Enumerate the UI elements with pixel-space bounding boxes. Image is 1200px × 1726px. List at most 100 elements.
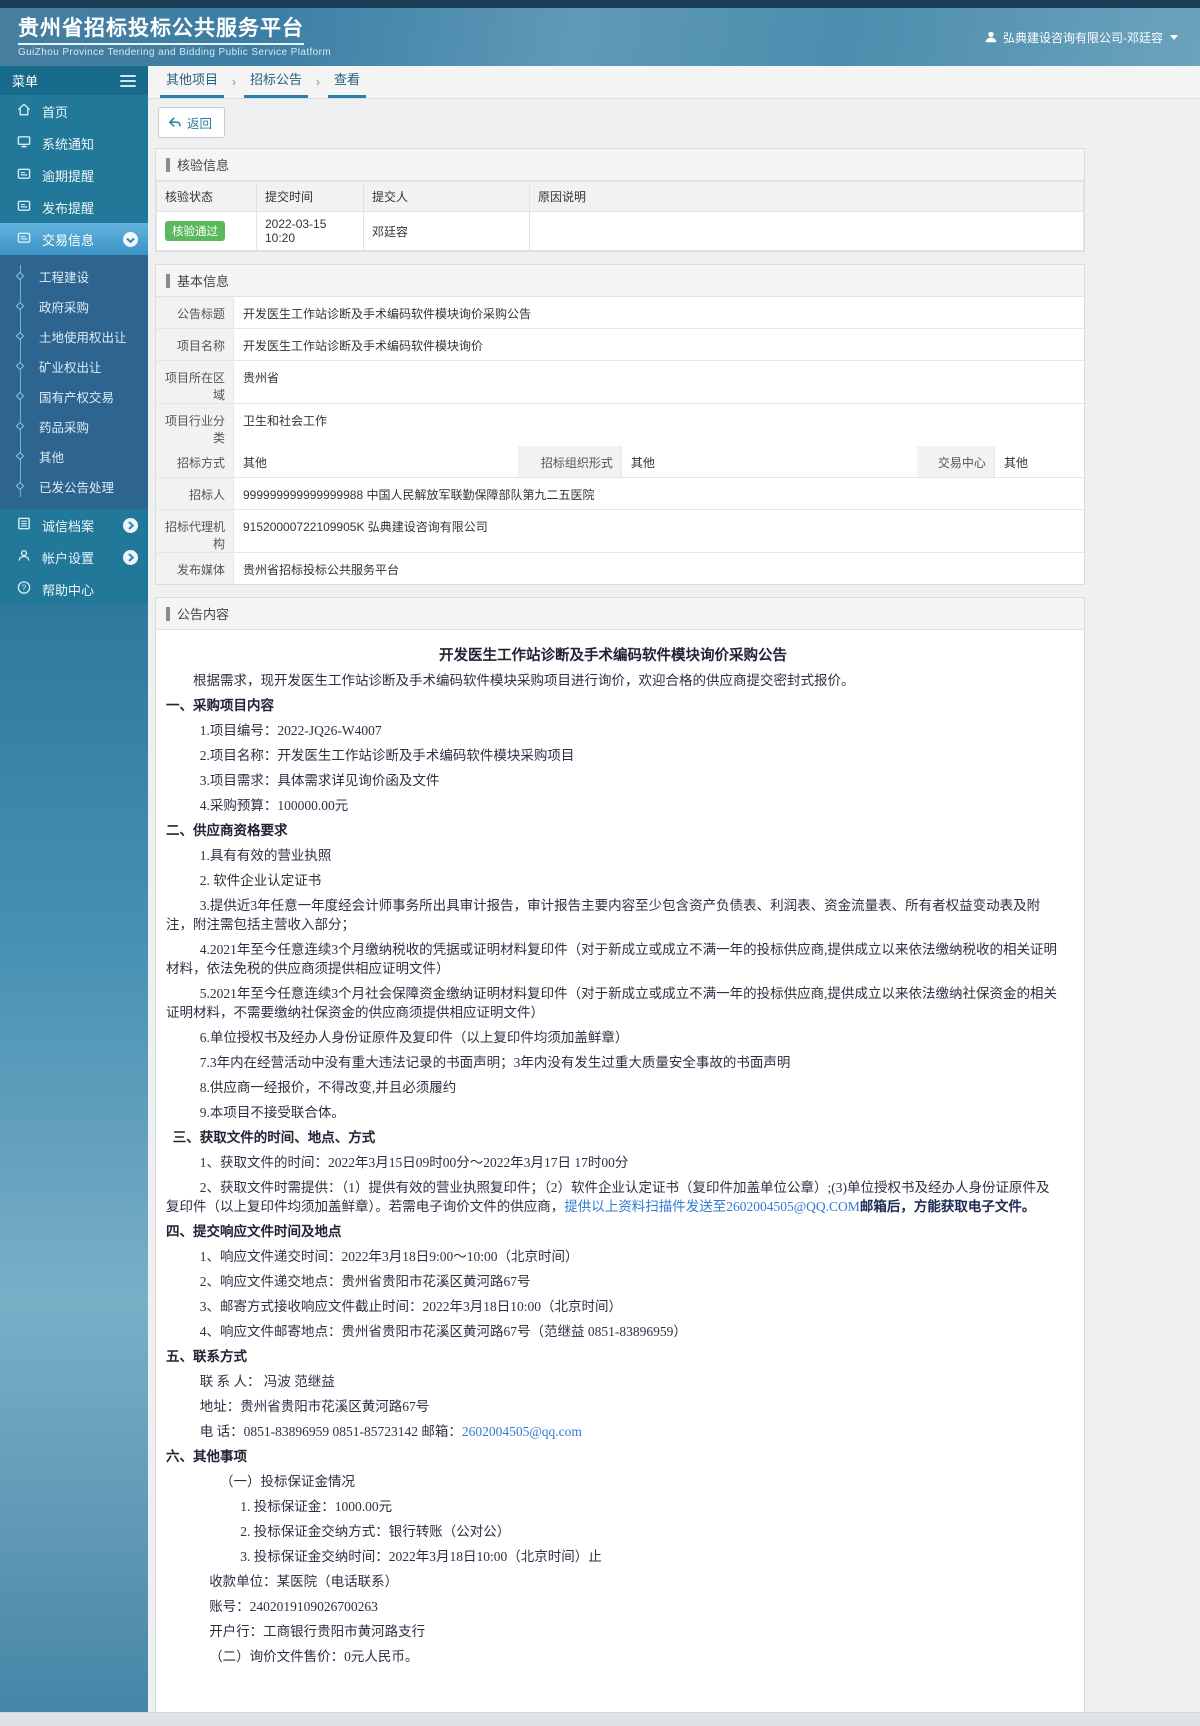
sidebar-item-发布提醒[interactable]: 发布提醒: [0, 191, 148, 223]
doc-paragraph: 1、获取文件的时间：2022年3月15日09时00分～2022年3月17日 17…: [166, 1153, 1060, 1172]
chevron-right-circle-icon: [123, 517, 138, 533]
doc-text: 四、提交响应文件时间及地点: [166, 1224, 342, 1239]
doc-paragraph: （二）询价文件售价：0元人民币。: [166, 1647, 1060, 1666]
field-label: 交易中心: [916, 446, 995, 477]
field-value: 贵州省: [234, 361, 1084, 403]
basic-info-panel: 基本信息 公告标题 开发医生工作站诊断及手术编码软件模块询价采购公告 项目名称 开发医…: [155, 264, 1085, 585]
doc-paragraph: 3.项目需求：具体需求详见询价函及文件: [166, 771, 1060, 790]
table-row: 招标人 999999999999999988 中国人民解放军联勤保障部队第九二五医…: [156, 478, 1084, 510]
chevron-right-circle-icon: [123, 549, 138, 565]
doc-text: 4.采购预算：100000.00元: [199, 798, 349, 813]
back-button[interactable]: 返回: [158, 107, 226, 138]
doc-text: 六、其他事项: [166, 1449, 247, 1464]
email-link[interactable]: 提供以上资料扫描件发送至: [564, 1199, 726, 1214]
bullet-icon: [15, 301, 25, 311]
doc-paragraph: 五、联系方式: [166, 1347, 1060, 1366]
field-value: 贵州省招标投标公共服务平台: [234, 553, 1084, 584]
doc-text: 7.3年内在经营活动中没有重大违法记录的书面声明；3年内没有发生过重大质量安全事…: [199, 1055, 791, 1070]
sidebar-item-系统通知[interactable]: 系统通知: [0, 127, 148, 159]
doc-text: 电 话：0851-83896959 0851-85723142 邮箱：: [199, 1424, 462, 1439]
submenu-item-政府采购[interactable]: 政府采购: [0, 291, 148, 321]
doc-text: 1.项目编号：2022-JQ26-W4007: [199, 723, 382, 738]
bullet-icon: [15, 331, 25, 341]
user-name: 弘典建设咨询有限公司-邓廷容: [1003, 30, 1163, 45]
doc-text: 4、响应文件邮寄地点：贵州省贵阳市花溪区黄河路67号（范继益 0851-8389…: [199, 1324, 687, 1339]
doc-text: 2、响应文件递交地点：贵州省贵阳市花溪区黄河路67号: [199, 1274, 531, 1289]
basic-panel-header: 基本信息: [156, 265, 1084, 297]
submenu-item-工程建设[interactable]: 工程建设: [0, 261, 148, 291]
home-icon: [16, 102, 32, 120]
submenu-item-label: 土地使用权出让: [39, 330, 127, 345]
field-value: 其他: [234, 446, 518, 477]
folder-icon: [16, 230, 32, 248]
doc-paragraph: 4、响应文件邮寄地点：贵州省贵阳市花溪区黄河路67号（范继益 0851-8389…: [166, 1322, 1060, 1341]
doc-text: 联 系 人： 冯波 范继益: [199, 1374, 335, 1389]
doc-text: 1、响应文件递交时间：2022年3月18日9:00～10:00（北京时间）: [199, 1249, 579, 1264]
bullet-icon: [15, 451, 25, 461]
doc-text: 4.2021年至今任意连续3个月缴纳税收的凭据或证明材料复印件（对于新成立或成立…: [166, 942, 1057, 976]
content-area: 其他项目 › 招标公告 › 查看 返回 核验信息 核验状态 提交时间 提交人 原…: [148, 63, 1200, 1726]
hamburger-icon[interactable]: [120, 72, 136, 90]
table-row: 项目所在区域 贵州省: [156, 361, 1084, 404]
doc-text: 1. 投标保证金：1000.00元: [240, 1499, 393, 1514]
help-icon: ?: [16, 580, 32, 598]
sidebar-item-帮助中心[interactable]: ? 帮助中心: [0, 573, 148, 605]
sidebar-item-帐户设置[interactable]: 帐户设置: [0, 541, 148, 573]
submenu-item-label: 政府采购: [39, 300, 90, 315]
sidebar-item-首页[interactable]: 首页: [0, 95, 148, 127]
field-value: 91520000722109905K 弘典建设咨询有限公司: [234, 510, 1084, 552]
submenu-item-土地使用权出让[interactable]: 土地使用权出让: [0, 321, 148, 351]
doc-text: 3、邮寄方式接收响应文件截止时间：2022年3月18日10:00（北京时间）: [199, 1299, 622, 1314]
doc-paragraph: 2.项目名称：开发医生工作站诊断及手术编码软件模块采购项目: [166, 746, 1060, 765]
doc-text: 8.供应商一经报价，不得改变,并且必须履约: [199, 1080, 457, 1095]
document-content: 根据需求，现开发医生工作站诊断及手术编码软件模块采购项目进行询价，欢迎合格的供应…: [166, 671, 1060, 1666]
basic-info-rows2: 招标人 999999999999999988 中国人民解放军联勤保障部队第九二五医…: [156, 478, 1084, 584]
sidebar-item-label: 帮助中心: [42, 582, 95, 598]
doc-paragraph: 账号：2402019109026700263: [166, 1597, 1060, 1616]
document-title: 开发医生工作站诊断及手术编码软件模块询价采购公告: [439, 648, 787, 664]
doc-paragraph: 9.本项目不接受联合体。: [166, 1103, 1060, 1122]
submenu-item-已发公告处理[interactable]: 已发公告处理: [0, 471, 148, 501]
breadcrumb: 其他项目 › 招标公告 › 查看: [160, 63, 367, 98]
app-header: 贵州省招标投标公共服务平台 GuiZhou Province Tendering…: [0, 8, 1200, 66]
sidebar-item-label: 帐户设置: [42, 550, 95, 566]
list-icon: [16, 516, 32, 534]
chevron-down-icon: [1170, 34, 1178, 40]
submenu-item-矿业权出让[interactable]: 矿业权出让: [0, 351, 148, 381]
email-link[interactable]: 2602004505@QQ.COM: [726, 1199, 860, 1214]
doc-text: 五、联系方式: [166, 1349, 247, 1364]
doc-text: 2.项目名称：开发医生工作站诊断及手术编码软件模块采购项目: [199, 748, 575, 763]
announcement-section-title: 公告内容: [177, 607, 230, 622]
section-bar: [166, 157, 170, 172]
sidebar-item-交易信息[interactable]: 交易信息: [0, 223, 148, 255]
breadcrumb-tab-其他项目[interactable]: 其他项目: [160, 63, 225, 98]
field-label: 发布媒体: [156, 553, 234, 584]
field-label: 招标方式: [156, 446, 234, 477]
verify-section-title: 核验信息: [177, 158, 230, 173]
verify-table: 核验状态 提交时间 提交人 原因说明 核验通过 2022-03-15 10:20…: [156, 181, 1084, 251]
doc-paragraph: 2. 投标保证金交纳方式：银行转账（公对公）: [166, 1522, 1060, 1541]
submenu-item-其他[interactable]: 其他: [0, 441, 148, 471]
table-row: 项目行业分类 卫生和社会工作: [156, 404, 1084, 446]
basic-info-triple-row: 招标方式 其他 招标组织形式 其他 交易中心 其他: [156, 446, 1084, 478]
sidebar-item-诚信档案[interactable]: 诚信档案: [0, 509, 148, 541]
doc-paragraph: 1. 投标保证金：1000.00元: [166, 1497, 1060, 1516]
doc-paragraph: 7.3年内在经营活动中没有重大违法记录的书面声明；3年内没有发生过重大质量安全事…: [166, 1053, 1060, 1072]
doc-text: 2. 软件企业认定证书: [199, 873, 322, 888]
user-menu[interactable]: 弘典建设咨询有限公司-邓廷容: [984, 29, 1178, 46]
table-row: 项目名称 开发医生工作站诊断及手术编码软件模块询价: [156, 329, 1084, 361]
sidebar-item-逾期提醒[interactable]: 逾期提醒: [0, 159, 148, 191]
sidebar-header: 菜单: [0, 66, 148, 95]
breadcrumb-tab-招标公告[interactable]: 招标公告: [244, 63, 309, 98]
breadcrumb-tab-查看[interactable]: 查看: [328, 63, 367, 98]
doc-paragraph: 1.项目编号：2022-JQ26-W4007: [166, 721, 1060, 740]
section-bar: [166, 273, 170, 288]
submenu-item-国有产权交易[interactable]: 国有产权交易: [0, 381, 148, 411]
doc-text: 2. 投标保证金交纳方式：银行转账（公对公）: [240, 1524, 511, 1539]
announcement-body: 开发医生工作站诊断及手术编码软件模块询价采购公告 根据需求，现开发医生工作站诊断…: [156, 630, 1084, 1726]
field-value: 其他: [994, 446, 1084, 477]
email-link[interactable]: 2602004505@qq.com: [462, 1424, 582, 1439]
doc-paragraph: 5.2021年至今任意连续3个月社会保障资金缴纳证明材料复印件（对于新成立或成立…: [166, 984, 1060, 1022]
doc-paragraph: 二、供应商资格要求: [166, 821, 1060, 840]
submenu-item-药品采购[interactable]: 药品采购: [0, 411, 148, 441]
